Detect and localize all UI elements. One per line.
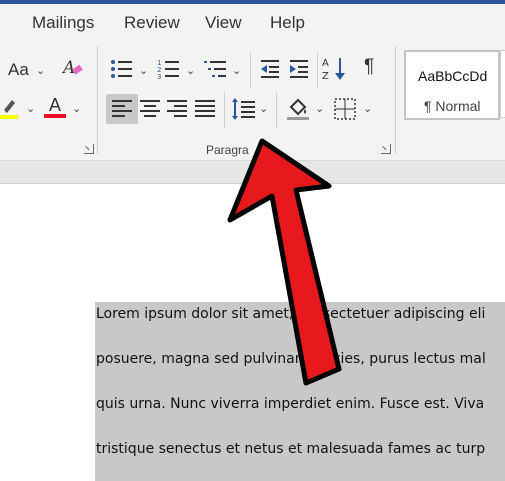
annotation-arrow-icon (227, 138, 342, 386)
